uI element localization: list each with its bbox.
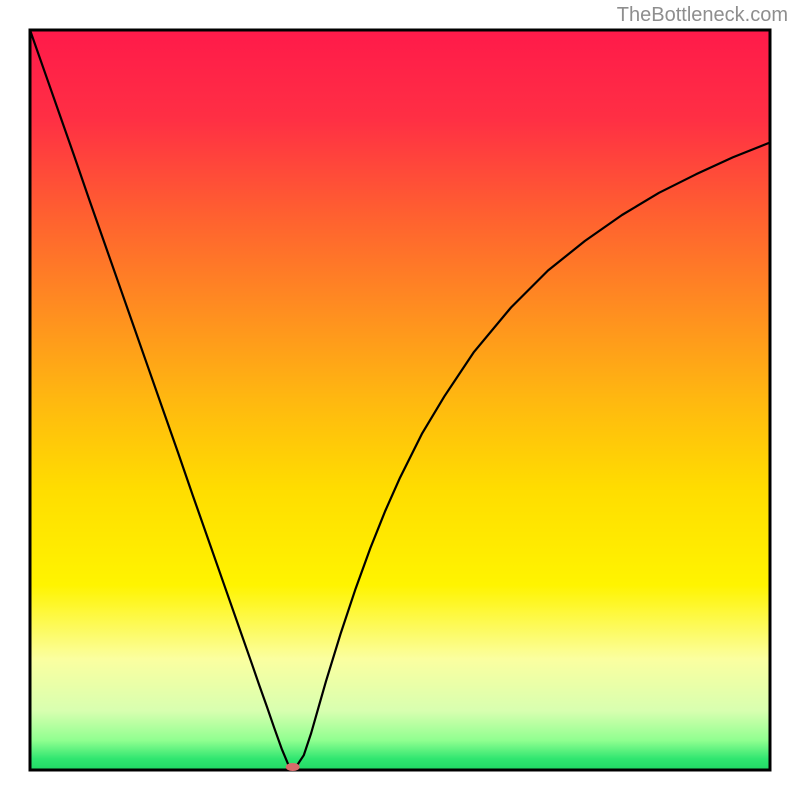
watermark-text: TheBottleneck.com (617, 4, 788, 27)
plot-background (30, 30, 770, 770)
chart-container: TheBottleneck.com (0, 0, 800, 800)
optimal-point-marker (286, 763, 300, 771)
bottleneck-chart (0, 0, 800, 800)
